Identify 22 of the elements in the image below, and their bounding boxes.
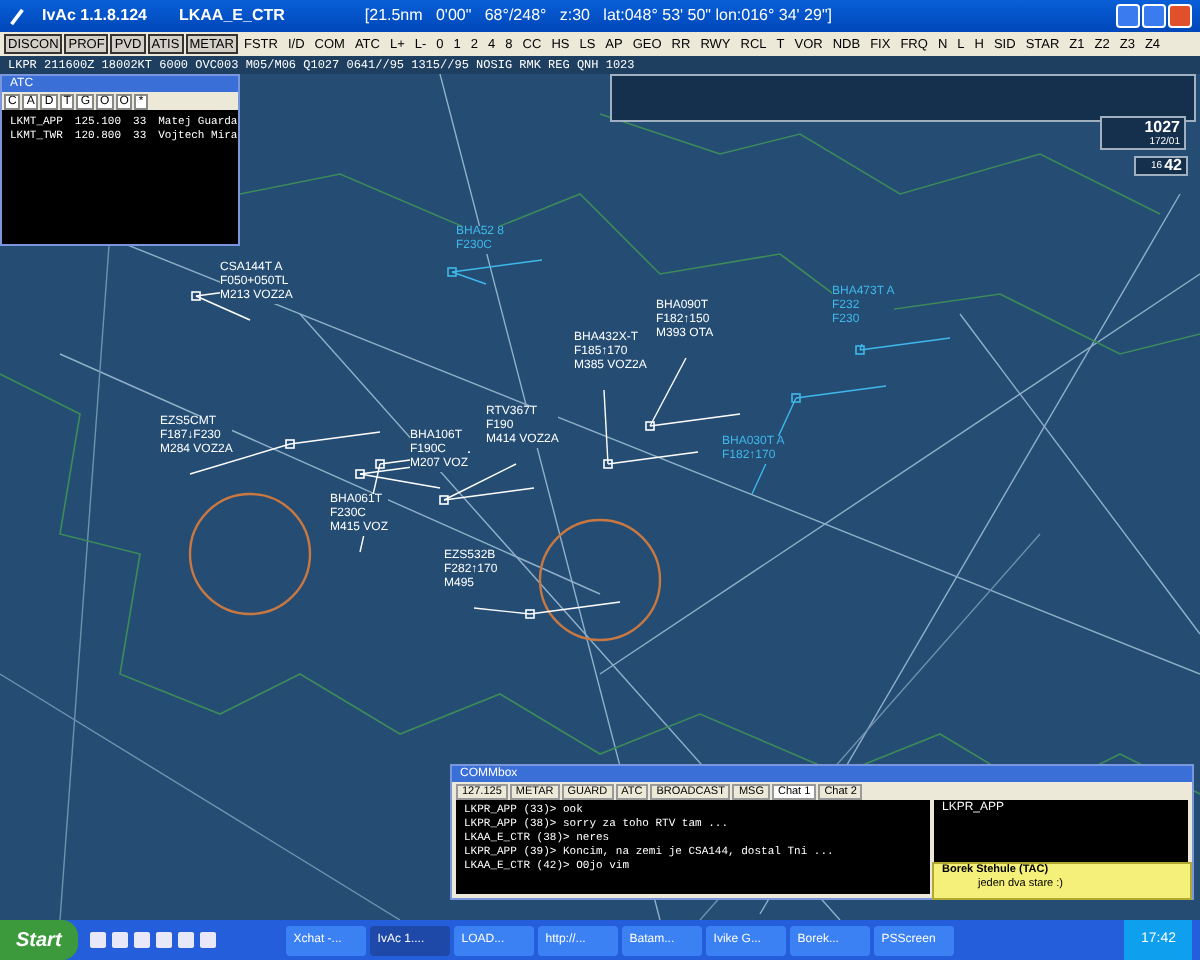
position-name: LKAA_E_CTR xyxy=(178,4,285,28)
leader-line xyxy=(649,357,687,427)
start-button[interactable]: Start xyxy=(0,920,78,960)
cursor-info: [21.5nm 0'00" 68°/248° z:30 lat:048° 53' 50" lon:016° 34' 29"] xyxy=(364,4,832,28)
target-symbol[interactable] xyxy=(447,267,457,277)
leader-line xyxy=(451,271,487,285)
target-symbol[interactable] xyxy=(855,345,865,355)
leader-line xyxy=(603,389,609,465)
app-icon xyxy=(8,7,26,25)
clock-minutes: 42 xyxy=(1164,156,1182,174)
leader-line xyxy=(859,343,863,351)
close-button[interactable] xyxy=(1168,4,1192,28)
maximize-button[interactable] xyxy=(1142,4,1166,28)
minimize-button[interactable] xyxy=(1116,4,1140,28)
window-title: IvAc 1.1.8.124 xyxy=(42,4,147,28)
leader-line xyxy=(195,295,251,321)
leader-line xyxy=(473,607,531,615)
qnh-value: 1027 xyxy=(1144,118,1180,136)
target-symbol[interactable] xyxy=(791,393,801,403)
range-ring xyxy=(538,518,662,642)
range-ring xyxy=(188,492,312,616)
leader-line xyxy=(189,443,291,475)
